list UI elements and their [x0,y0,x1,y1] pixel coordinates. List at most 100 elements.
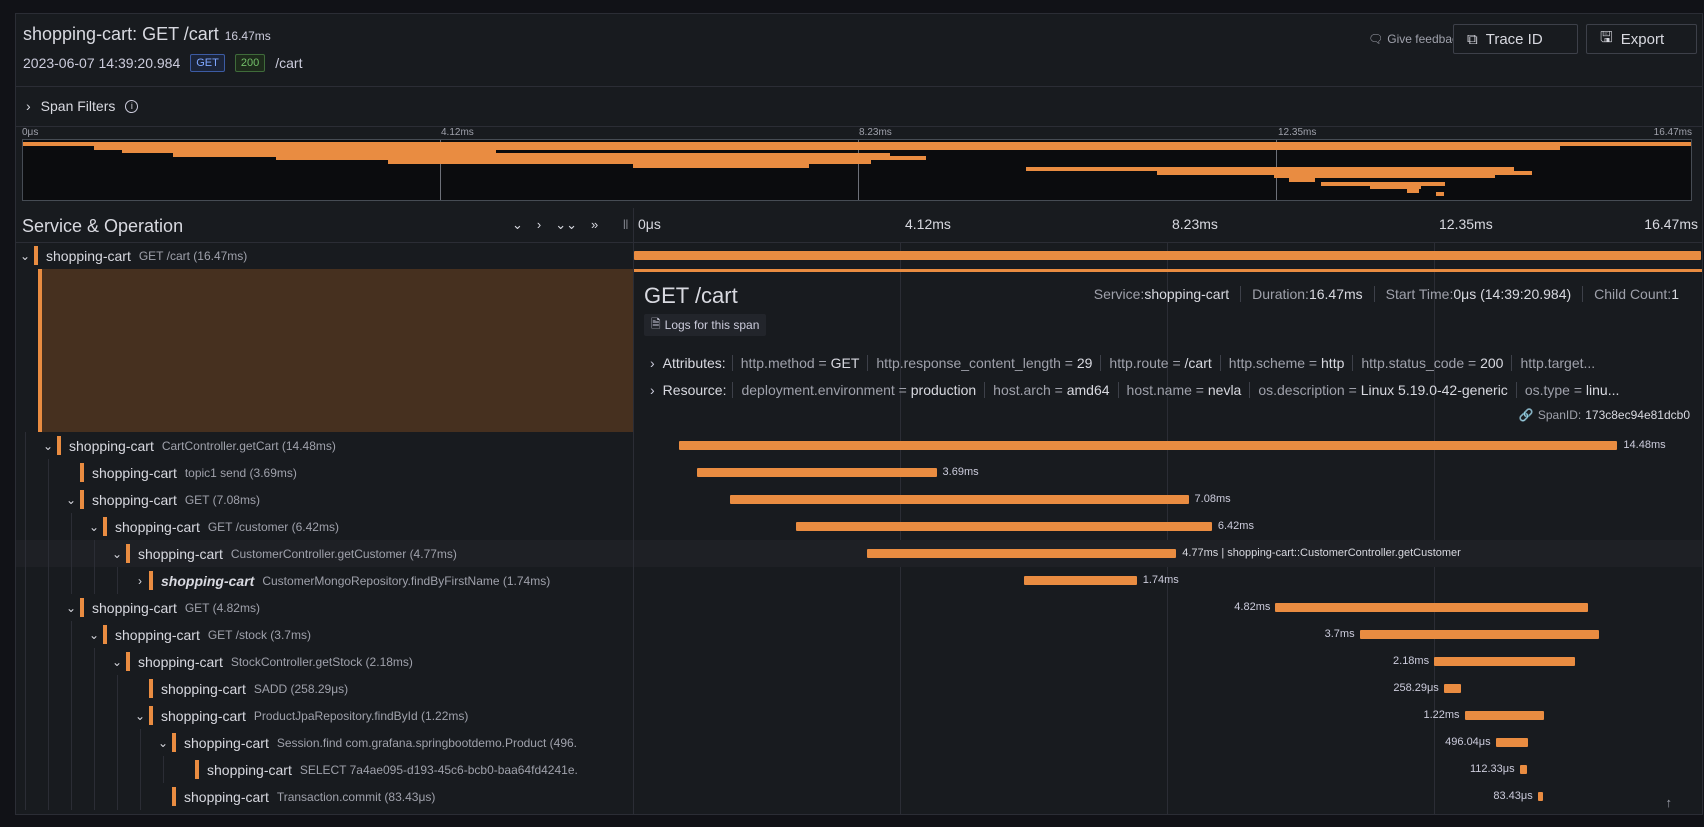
span-bar[interactable] [1359,630,1600,639]
span-row[interactable]: shopping-cart SELECT 7a4ae095-d193-45c6-b… [16,756,1702,783]
span-bar[interactable] [867,549,1177,558]
span-detail-meta: Service:shopping-cart Duration:16.47ms Sta… [1083,286,1690,302]
span-row[interactable]: shopping-cart topic1 send (3.69ms) 3.69ms [16,459,1702,486]
span-operation-name: CustomerController.getCustomer (4.77ms) [230,546,457,561]
resource-row[interactable]: › Resource: deployment.environment = produ… [650,380,1690,400]
trace-id-button[interactable]: ⧉ Trace ID [1453,24,1578,54]
attributes-row-item: http.method = GET [731,355,868,371]
span-row[interactable]: ⌄ shopping-cart GET /cart (16.47ms) [16,242,1702,269]
tree-guide [71,702,72,729]
span-service-name: shopping-cart [184,788,269,805]
span-row[interactable]: shopping-cart Transaction.commit (83.43μs… [16,783,1702,810]
span-bar[interactable] [634,251,1701,260]
span-bar[interactable] [697,468,937,477]
info-icon[interactable]: i [125,99,139,113]
chevron-down-icon[interactable]: ⌄ [131,709,149,723]
span-bar[interactable] [795,522,1212,531]
chevron-down-icon[interactable]: ⌄ [85,628,103,642]
tree-guide [71,756,72,783]
column-resizer-icon[interactable]: || [623,219,628,230]
span-bar[interactable] [679,441,1618,450]
span-label[interactable]: ⌄ shopping-cart GET (7.08ms) [62,486,260,513]
tree-guide [140,756,141,783]
span-label[interactable]: shopping-cart topic1 send (3.69ms) [62,459,297,486]
span-label[interactable]: shopping-cart SELECT 7a4ae095-d193-45c6-b… [177,756,578,783]
chevron-down-icon[interactable]: ⌄ [16,249,34,263]
resource-row-item-key: os.type [1524,382,1570,398]
tree-guide [117,567,118,594]
span-row[interactable]: shopping-cart SADD (258.29μs) 258.29μs [16,675,1702,702]
span-row[interactable]: ⌄ shopping-cart StockController.getStock (… [16,648,1702,675]
span-service-name: shopping-cart [161,707,246,724]
span-row[interactable]: ⌄ shopping-cart GET (4.82ms) 4.82ms [16,594,1702,621]
trace-minimap[interactable]: 0μs 4.12ms 8.23ms 12.35ms 16.47ms [22,127,1692,202]
span-bar[interactable] [1495,738,1529,747]
span-label[interactable]: ⌄ shopping-cart GET /stock (3.7ms) [85,621,311,648]
copy-icon: ⧉ [1467,30,1478,48]
tree-guide [48,540,49,567]
span-filters-label: Span Filters [40,98,116,114]
service-color-bar [57,436,61,455]
span-service-name: shopping-cart [69,437,154,454]
span-label[interactable]: ⌄ shopping-cart CartController.getCart (14… [39,432,336,459]
attributes-row[interactable]: › Attributes: http.method = GET http.respon… [650,353,1690,373]
span-bar[interactable] [1024,576,1137,585]
span-row[interactable]: ⌄ shopping-cart CustomerController.getCust… [16,540,1702,567]
collapse-all-icon[interactable]: ⌄⌄ [555,217,577,233]
span-bar[interactable] [1443,684,1461,693]
timeline-header: Service & Operation ⌄ › ⌄⌄ » || 0μs 4.12… [16,208,1702,243]
collapse-one-icon[interactable]: ⌄ [512,217,523,233]
expand-one-icon[interactable]: › [537,217,541,233]
scroll-to-top-icon[interactable]: ↑ [1666,795,1673,810]
service-color-bar [149,571,153,590]
span-row[interactable]: › shopping-cart CustomerMongoRepository.fi… [16,567,1702,594]
span-label[interactable]: ⌄ shopping-cart Session.find com.grafana.s… [154,729,577,756]
tree-guide [71,648,72,675]
span-row[interactable]: ⌄ shopping-cart Session.find com.grafana.s… [16,729,1702,756]
chevron-down-icon[interactable]: ⌄ [39,439,57,453]
chevron-down-icon[interactable]: ⌄ [85,520,103,534]
span-bar[interactable] [1275,603,1588,612]
span-label[interactable]: ⌄ shopping-cart ProductJpaRepository.findB… [131,702,468,729]
span-label[interactable]: ⌄ shopping-cart StockController.getStock (… [108,648,413,675]
span-id[interactable]: 🔗 SpanID: 173c8ec94e81dcb0 [1519,408,1690,422]
span-duration-label: 14.48ms [1623,439,1666,451]
logs-for-span-button[interactable]: 🗎 Logs for this span [644,314,767,336]
chevron-down-icon[interactable]: ⌄ [108,655,126,669]
tree-guide [25,594,26,621]
span-row[interactable]: ⌄ shopping-cart GET /customer (6.42ms) 6.42… [16,513,1702,540]
chevron-down-icon[interactable]: ⌄ [62,493,80,507]
chevron-down-icon[interactable]: ⌄ [108,547,126,561]
span-label[interactable]: ⌄ shopping-cart GET /customer (6.42ms) [85,513,339,540]
span-operation-name: ProductJpaRepository.findById (1.22ms) [253,708,469,723]
chevron-down-icon[interactable]: ⌄ [154,736,172,750]
export-button[interactable]: 🖫 Export [1586,24,1697,54]
span-row[interactable]: ⌄ shopping-cart CartController.getCart (14… [16,432,1702,459]
span-label[interactable]: ⌄ shopping-cart GET (4.82ms) [62,594,260,621]
service-color-bar [172,733,176,752]
span-label[interactable]: shopping-cart Transaction.commit (83.43μs… [154,783,435,810]
chevron-right-icon[interactable]: › [650,355,655,371]
span-bar[interactable] [1519,765,1527,774]
span-label[interactable]: ⌄ shopping-cart GET /cart (16.47ms) [16,242,247,269]
span-row[interactable]: ⌄ shopping-cart ProductJpaRepository.findB… [16,702,1702,729]
span-bar[interactable] [1537,792,1543,801]
chevron-right-icon[interactable]: › [650,382,655,398]
span-label[interactable]: shopping-cart SADD (258.29μs) [131,675,348,702]
attributes-row-item-key: http.response_content_length [876,355,1061,371]
tree-guide [25,486,26,513]
expand-all-icon[interactable]: » [591,217,598,233]
span-bar[interactable] [1434,657,1576,666]
chevron-right-icon[interactable]: › [131,574,149,588]
span-bar[interactable] [1464,711,1544,720]
span-row[interactable]: ⌄ shopping-cart GET (7.08ms) 7.08ms [16,486,1702,513]
span-label[interactable]: ⌄ shopping-cart CustomerController.getCust… [108,540,457,567]
span-label[interactable]: › shopping-cart CustomerMongoRepository.fi… [131,567,550,594]
attributes-row-item-value: http [1321,355,1345,371]
chevron-down-icon[interactable]: ⌄ [62,601,80,615]
minimap-canvas[interactable] [22,139,1692,201]
span-row[interactable]: ⌄ shopping-cart GET /stock (3.7ms) 3.7ms [16,621,1702,648]
give-feedback-link[interactable]: 🗨 Give feedback [1368,32,1464,46]
span-filters-toggle[interactable]: › Span Filters i [16,86,1702,127]
span-bar[interactable] [729,495,1189,504]
